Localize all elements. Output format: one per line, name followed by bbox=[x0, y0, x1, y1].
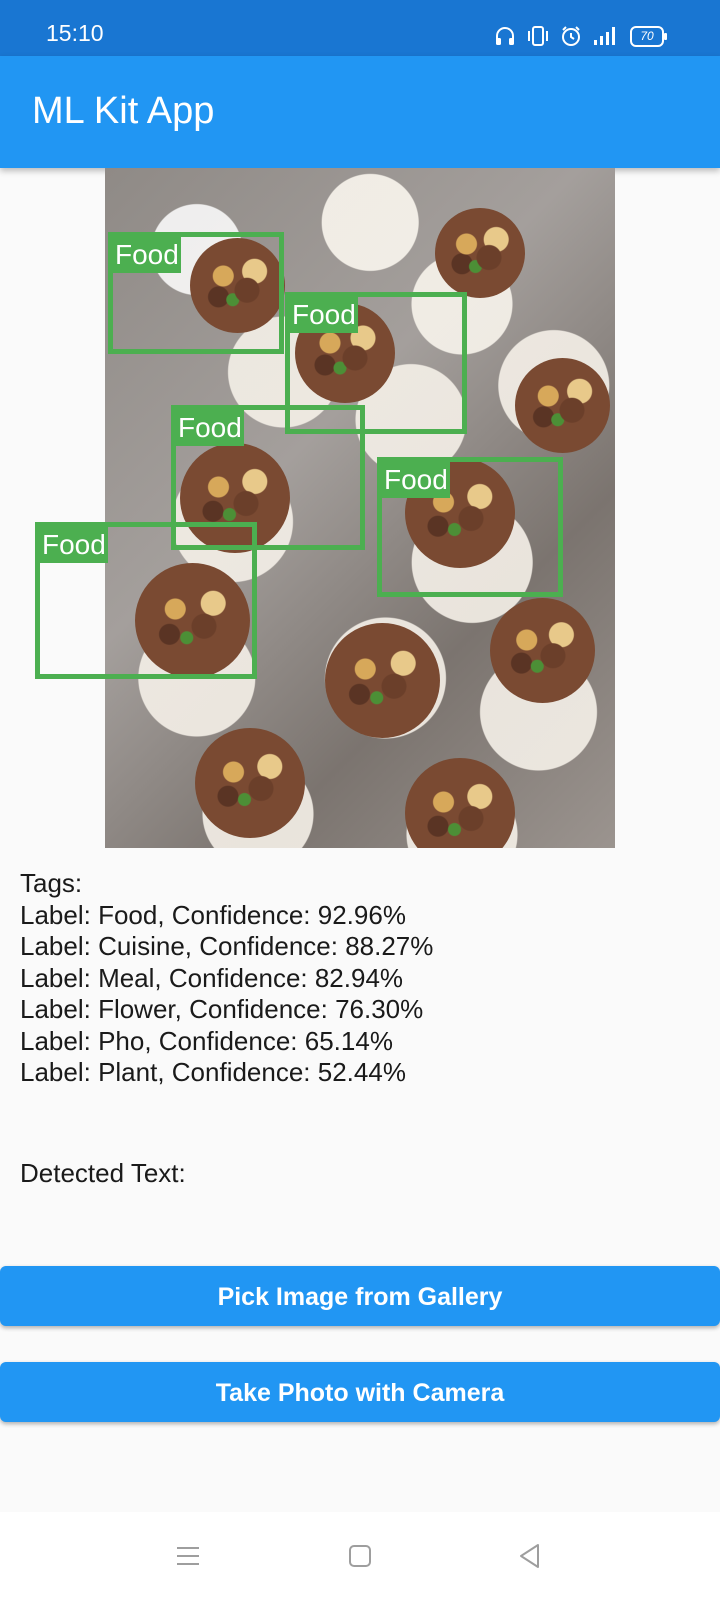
detected-text-heading: Detected Text: bbox=[20, 1158, 186, 1188]
back-icon[interactable] bbox=[516, 1542, 544, 1570]
system-nav-bar bbox=[0, 1512, 720, 1600]
detection-label: Food bbox=[290, 297, 358, 333]
menu-icon[interactable] bbox=[174, 1542, 202, 1570]
tag-line: Label: Meal, Confidence: 82.94% bbox=[20, 962, 404, 993]
bowl-filling bbox=[325, 623, 440, 738]
tags-heading: Tags: bbox=[20, 868, 83, 898]
take-photo-camera-button[interactable]: Take Photo with Camera bbox=[0, 1362, 720, 1422]
tag-line: Label: Food, Confidence: 92.96% bbox=[20, 899, 406, 930]
tag-line: Label: Pho, Confidence: 65.14% bbox=[20, 1025, 393, 1056]
signal-icon bbox=[594, 27, 615, 45]
battery-icon: 70 bbox=[630, 25, 667, 47]
tag-line: Label: Cuisine, Confidence: 88.27% bbox=[20, 931, 434, 961]
home-icon[interactable] bbox=[346, 1542, 374, 1570]
bowl-filling bbox=[195, 728, 305, 838]
detection-box: Food bbox=[35, 522, 257, 679]
tags-section: Tags: Label: Food, Confidence: 92.96% La… bbox=[20, 868, 433, 1089]
app-bar: ML Kit App bbox=[0, 56, 720, 168]
detection-label: Food bbox=[382, 462, 450, 498]
tag-line: Label: Plant, Confidence: 52.44% bbox=[20, 1057, 406, 1087]
detection-label: Food bbox=[40, 527, 108, 563]
app-title: ML Kit App bbox=[32, 90, 215, 132]
bowl-filling bbox=[435, 208, 525, 298]
status-bar: 15:10 70 bbox=[0, 0, 720, 56]
headphones-icon bbox=[496, 27, 514, 45]
detection-box: Food bbox=[377, 457, 563, 597]
detection-label: Food bbox=[176, 410, 244, 446]
bowl-filling bbox=[405, 758, 515, 848]
tag-line: Label: Flower, Confidence: 76.30% bbox=[20, 994, 424, 1024]
detection-box: Food bbox=[108, 232, 284, 354]
status-icons: 70 bbox=[494, 22, 667, 50]
bowl-filling bbox=[490, 598, 595, 703]
bowl-filling bbox=[515, 358, 610, 453]
status-time: 15:10 bbox=[46, 20, 104, 46]
vibrate-icon bbox=[528, 26, 548, 46]
detection-label: Food bbox=[113, 237, 181, 273]
pick-image-gallery-button[interactable]: Pick Image from Gallery bbox=[0, 1266, 720, 1326]
alarm-icon bbox=[562, 26, 580, 46]
